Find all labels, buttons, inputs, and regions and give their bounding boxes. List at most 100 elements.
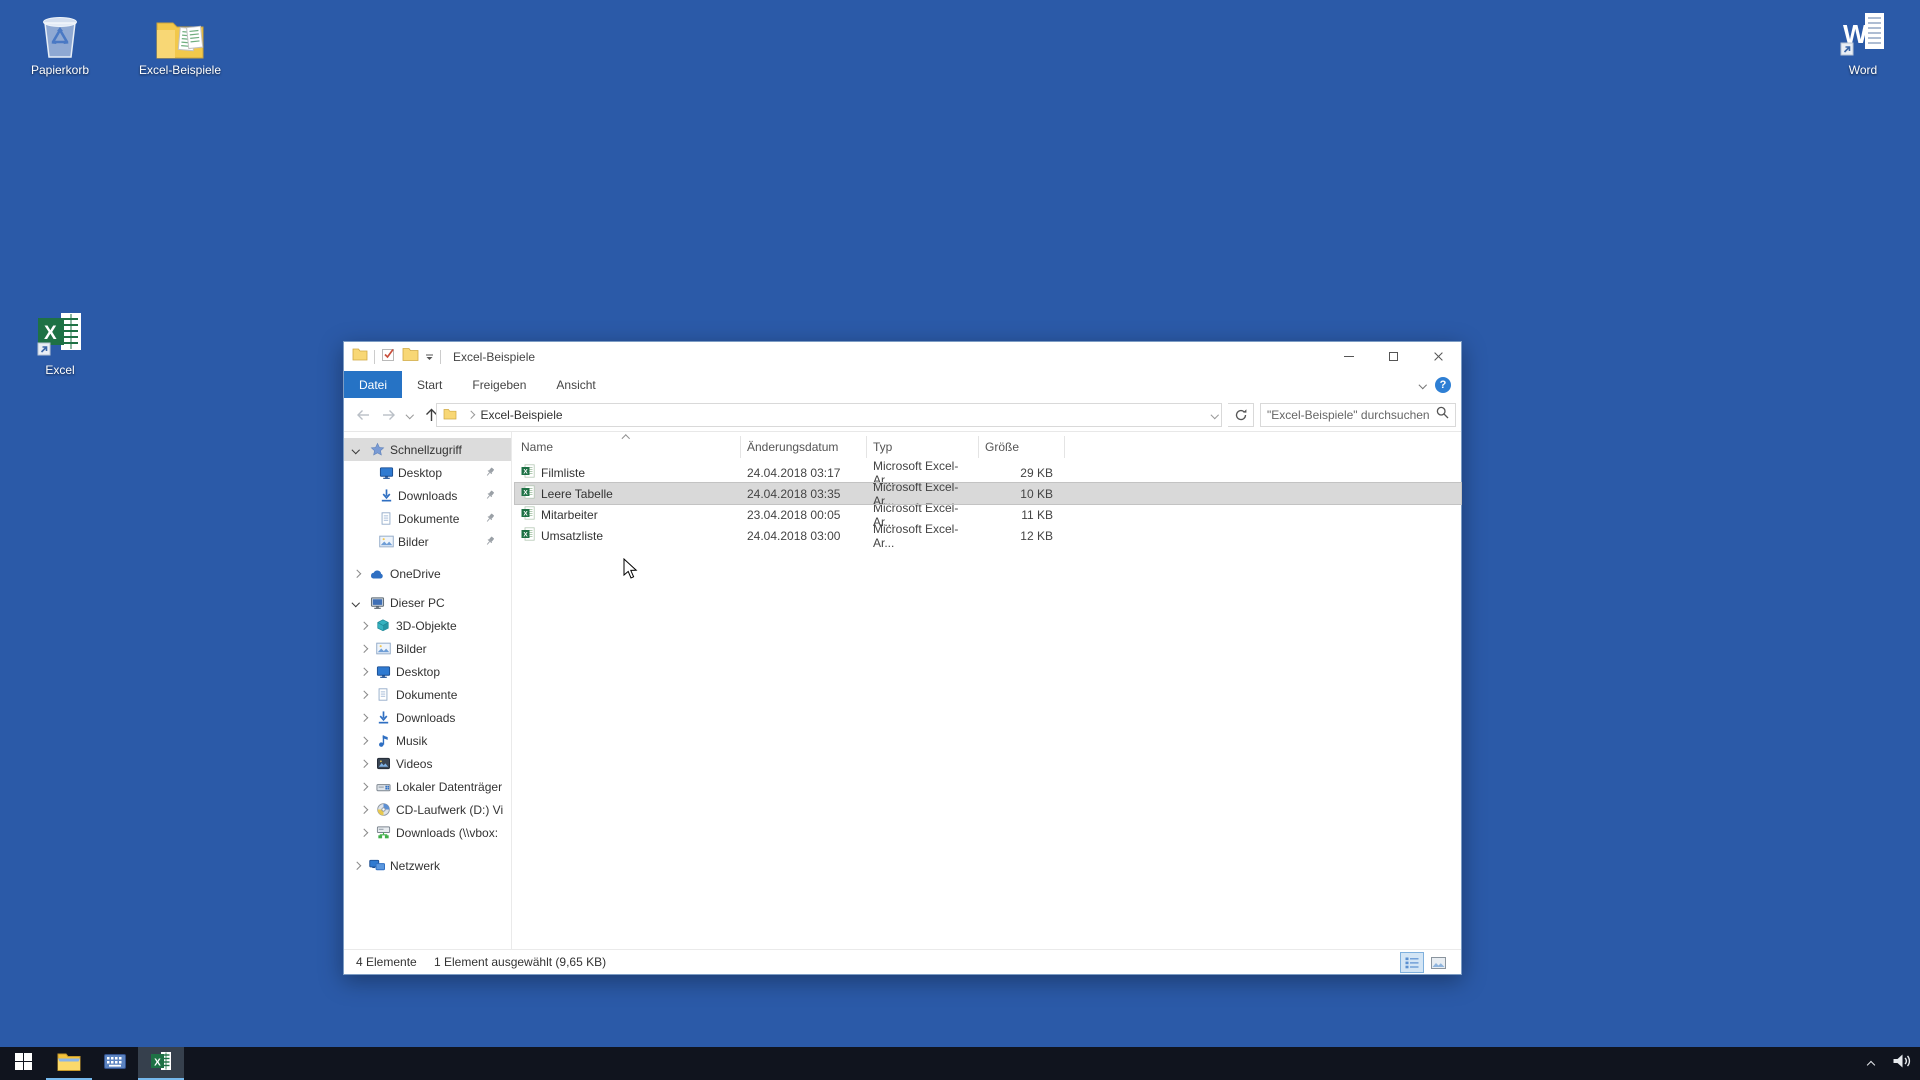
search-icon[interactable] <box>1436 406 1449 424</box>
desktop-icon-excel[interactable]: X Excel <box>10 308 110 377</box>
recycle-bin-icon <box>10 8 110 60</box>
refresh-button[interactable] <box>1228 403 1254 427</box>
excel-file-icon: X <box>521 506 535 523</box>
excel-shortcut-icon: X <box>10 308 110 360</box>
address-bar-row: Excel-Beispiele <box>344 398 1461 432</box>
maximize-button[interactable] <box>1371 342 1416 371</box>
nav-item-lokaler-datentraeger[interactable]: Lokaler Datenträger <box>344 775 511 798</box>
nav-item-downloads-network[interactable]: Downloads (\\vbox: <box>344 821 511 844</box>
nav-item-netzwerk[interactable]: Netzwerk <box>344 854 511 877</box>
file-row-mitarbeiter[interactable]: X Mitarbeiter 23.04.2018 00:05 Microsoft… <box>515 501 1461 529</box>
chevron-right-icon[interactable] <box>359 736 368 745</box>
tab-start[interactable]: Start <box>402 371 457 398</box>
pin-icon <box>485 535 495 549</box>
file-row-filmliste[interactable]: X Filmliste 24.04.2018 03:17 Microsoft E… <box>515 459 1461 487</box>
nav-item-label: Schnellzugriff <box>390 442 462 457</box>
qat-dropdown-chevron-icon[interactable] <box>425 348 434 366</box>
taskbar-file-explorer-button[interactable] <box>46 1047 92 1080</box>
taskbar-keyboard-button[interactable] <box>92 1047 138 1080</box>
start-button[interactable] <box>0 1047 46 1080</box>
taskbar-excel-button[interactable]: X <box>138 1047 184 1080</box>
file-row-leere-tabelle[interactable]: X Leere Tabelle 24.04.2018 03:35 Microso… <box>514 480 1462 508</box>
back-button[interactable] <box>350 403 376 427</box>
chevron-right-icon[interactable] <box>359 644 368 653</box>
recent-locations-chevron-icon[interactable] <box>402 403 418 427</box>
nav-item-musik[interactable]: Musik <box>344 729 511 752</box>
properties-checkbox-icon[interactable] <box>381 347 396 367</box>
nav-item-bilder[interactable]: Bilder <box>344 637 511 660</box>
nav-item-label: CD-Laufwerk (D:) Vi <box>396 802 504 817</box>
nav-item-3d-objekte[interactable]: 3D-Objekte <box>344 614 511 637</box>
details-view-button[interactable] <box>1400 952 1424 973</box>
column-header-typ[interactable]: Typ <box>867 436 979 458</box>
column-header-groesse[interactable]: Größe <box>979 436 1065 458</box>
desktop-icon-excel-beispiele[interactable]: Excel-Beispiele <box>130 8 230 77</box>
excel-file-icon: X <box>521 527 535 544</box>
nav-item-downloads[interactable]: Downloads <box>344 706 511 729</box>
chevron-right-icon[interactable] <box>359 828 368 837</box>
search-input[interactable] <box>1267 408 1436 422</box>
breadcrumb[interactable]: Excel-Beispiele <box>481 408 563 422</box>
desktop-icon-word[interactable]: W Word <box>1813 8 1913 77</box>
chevron-right-icon[interactable] <box>352 569 361 578</box>
search-box[interactable] <box>1260 403 1456 427</box>
pin-icon <box>485 489 495 503</box>
chevron-right-icon[interactable] <box>359 713 368 722</box>
chevron-right-icon[interactable] <box>359 690 368 699</box>
chevron-right-icon[interactable] <box>359 621 368 630</box>
nav-item-desktop-pinned[interactable]: Desktop <box>344 461 511 484</box>
file-row-umsatzliste[interactable]: X Umsatzliste 24.04.2018 03:00 Microsoft… <box>515 522 1461 550</box>
nav-item-onedrive[interactable]: OneDrive <box>344 562 511 585</box>
nav-item-label: Dieser PC <box>390 595 445 610</box>
svg-text:X: X <box>523 510 528 517</box>
address-bar[interactable]: Excel-Beispiele <box>436 403 1222 427</box>
file-size: 12 KB <box>1020 528 1053 543</box>
help-icon[interactable]: ? <box>1435 376 1451 393</box>
title-bar[interactable]: Excel-Beispiele <box>344 342 1461 371</box>
nav-item-label: Dokumente <box>398 511 460 526</box>
nav-item-dokumente-pinned[interactable]: Dokumente <box>344 507 511 530</box>
tab-ansicht[interactable]: Ansicht <box>541 371 610 398</box>
chevron-right-icon[interactable] <box>359 805 368 814</box>
nav-item-cd-laufwerk[interactable]: CD-Laufwerk (D:) Vi <box>344 798 511 821</box>
chevron-down-icon[interactable] <box>351 598 360 607</box>
nav-item-dokumente[interactable]: Dokumente <box>344 683 511 706</box>
nav-item-schnellzugriff[interactable]: Schnellzugriff <box>344 438 511 461</box>
divider <box>374 349 375 364</box>
nav-item-desktop[interactable]: Desktop <box>344 660 511 683</box>
column-header-name[interactable]: Name <box>515 434 741 458</box>
svg-text:X: X <box>154 1058 161 1069</box>
expand-ribbon-chevron-icon[interactable] <box>1418 380 1427 389</box>
forward-button[interactable] <box>376 403 402 427</box>
column-header-aenderungsdatum[interactable]: Änderungsdatum <box>741 436 867 458</box>
cube-icon <box>375 618 391 634</box>
chevron-right-icon[interactable] <box>359 782 368 791</box>
nav-item-downloads-pinned[interactable]: Downloads <box>344 484 511 507</box>
volume-icon[interactable] <box>1892 1053 1912 1074</box>
nav-item-label: Bilder <box>396 641 427 656</box>
chevron-right-icon[interactable] <box>352 861 361 870</box>
desktop-icon-papierkorb[interactable]: Papierkorb <box>10 8 110 77</box>
close-button[interactable] <box>1416 342 1461 371</box>
chevron-right-icon[interactable] <box>359 667 368 676</box>
file-list-area[interactable]: Name Änderungsdatum Typ Größe X Filmlist… <box>512 432 1462 949</box>
chevron-down-icon[interactable] <box>351 445 360 454</box>
tab-datei[interactable]: Datei <box>344 371 403 398</box>
file-date: 24.04.2018 03:00 <box>747 528 841 543</box>
pin-icon <box>485 466 495 480</box>
minimize-button[interactable] <box>1326 342 1371 371</box>
nav-item-videos[interactable]: Videos <box>344 752 511 775</box>
nav-item-label: Desktop <box>396 664 441 679</box>
address-dropdown-chevron-icon[interactable] <box>1210 411 1219 419</box>
tray-expand-chevron-icon[interactable] <box>1866 1059 1876 1070</box>
tab-freigeben[interactable]: Freigeben <box>457 371 541 398</box>
nav-item-label: Desktop <box>398 465 443 480</box>
nav-item-bilder-pinned[interactable]: Bilder <box>344 530 511 553</box>
windows-logo-icon <box>14 1052 32 1075</box>
chevron-right-icon[interactable] <box>359 759 368 768</box>
word-shortcut-icon: W <box>1813 8 1913 60</box>
file-explorer-window: Excel-Beispiele Datei Start Freigeben An… <box>343 341 1462 975</box>
thumbnail-view-button[interactable] <box>1427 953 1449 972</box>
new-folder-icon[interactable] <box>402 347 419 366</box>
nav-item-dieser-pc[interactable]: Dieser PC <box>344 591 511 614</box>
